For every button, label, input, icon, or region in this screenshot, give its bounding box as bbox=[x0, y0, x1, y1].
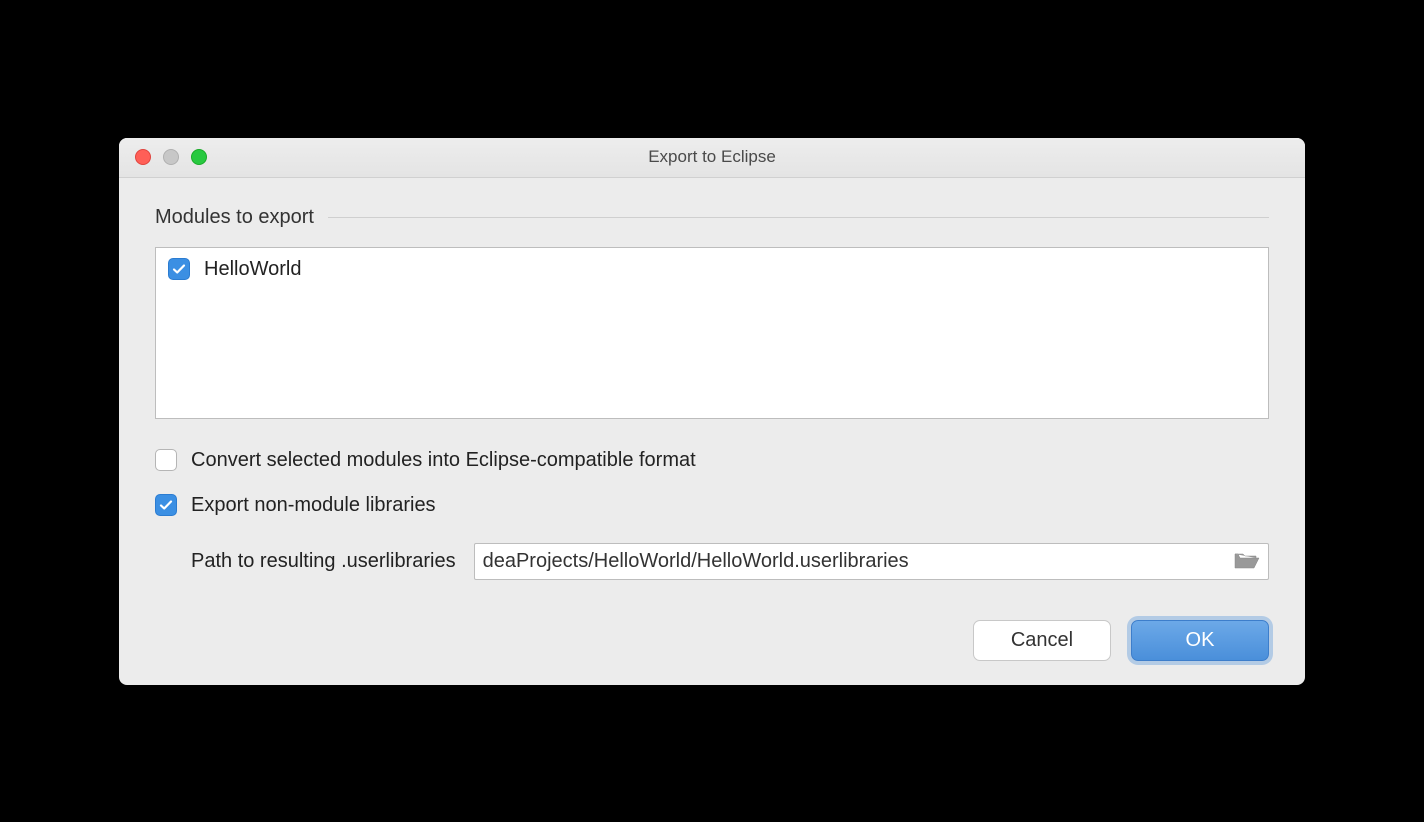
ok-button[interactable]: OK bbox=[1131, 620, 1269, 661]
checkmark-icon bbox=[171, 261, 187, 277]
cancel-button[interactable]: Cancel bbox=[973, 620, 1111, 661]
convert-checkbox[interactable] bbox=[155, 449, 177, 471]
dialog-window: Export to Eclipse Modules to export Hell… bbox=[119, 138, 1305, 685]
export-libs-checkbox[interactable] bbox=[155, 494, 177, 516]
module-label: HelloWorld bbox=[204, 258, 301, 281]
maximize-button[interactable] bbox=[191, 149, 207, 165]
titlebar: Export to Eclipse bbox=[119, 138, 1305, 178]
module-item[interactable]: HelloWorld bbox=[168, 258, 1256, 281]
convert-option-row[interactable]: Convert selected modules into Eclipse-co… bbox=[155, 449, 1269, 472]
window-controls bbox=[119, 149, 207, 165]
path-label: Path to resulting .userlibraries bbox=[191, 550, 456, 573]
path-input-wrapper bbox=[474, 543, 1269, 580]
button-row: Cancel OK bbox=[155, 620, 1269, 661]
module-list[interactable]: HelloWorld bbox=[155, 247, 1269, 419]
checkmark-icon bbox=[158, 497, 174, 513]
export-libs-label: Export non-module libraries bbox=[191, 494, 436, 517]
window-title: Export to Eclipse bbox=[119, 147, 1305, 167]
options-group: Convert selected modules into Eclipse-co… bbox=[155, 449, 1269, 580]
section-label: Modules to export bbox=[155, 206, 314, 229]
export-libs-option-row[interactable]: Export non-module libraries bbox=[155, 494, 1269, 517]
folder-open-icon[interactable] bbox=[1234, 551, 1260, 571]
convert-label: Convert selected modules into Eclipse-co… bbox=[191, 449, 696, 472]
path-row: Path to resulting .userlibraries bbox=[155, 543, 1269, 580]
module-checkbox[interactable] bbox=[168, 258, 190, 280]
minimize-button[interactable] bbox=[163, 149, 179, 165]
section-divider bbox=[328, 217, 1269, 218]
close-button[interactable] bbox=[135, 149, 151, 165]
path-input[interactable] bbox=[483, 550, 1226, 573]
section-header: Modules to export bbox=[155, 206, 1269, 229]
dialog-content: Modules to export HelloWorld Convert sel… bbox=[119, 178, 1305, 685]
